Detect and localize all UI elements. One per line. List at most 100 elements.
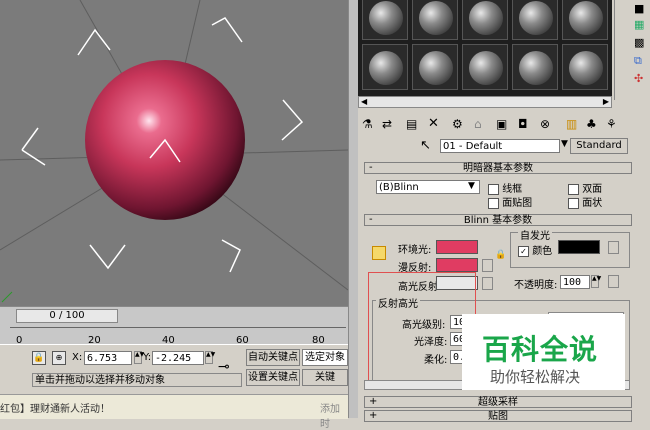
face-map-check-icon[interactable] xyxy=(488,197,499,209)
shader-type-dropdown[interactable]: (B)Blinn xyxy=(376,180,480,194)
go-forward-sibling-icon[interactable]: ♣ xyxy=(586,117,597,131)
rollout-title: 明暗器基本参数 xyxy=(463,163,533,174)
self-illum-color-swatch[interactable] xyxy=(558,240,600,254)
material-slot[interactable] xyxy=(512,44,558,90)
collapse-icon: - xyxy=(369,162,373,173)
material-type-button[interactable]: Standard xyxy=(570,138,628,154)
face-map-checkbox[interactable]: 面贴图 xyxy=(488,194,532,209)
wire-checkbox[interactable]: 线框 xyxy=(488,180,522,195)
browser-taskbar: 红包】理财通新人活动！ 添加时 xyxy=(0,394,348,430)
material-slot[interactable] xyxy=(362,0,408,40)
ambient-color-swatch[interactable] xyxy=(436,240,478,254)
uv-tiling-icon[interactable]: ⧉ xyxy=(634,54,642,68)
face-map-label: 面贴图 xyxy=(502,198,533,209)
self-illum-map-button[interactable] xyxy=(608,241,619,254)
ambient-label: 环境光: xyxy=(398,245,432,256)
diffuse-map-button[interactable] xyxy=(482,259,493,272)
taskbar-tab-ad[interactable]: 红包】理财通新人活动！ xyxy=(0,400,110,415)
watermark-title: 百科全说 xyxy=(482,333,599,366)
y-coord-field[interactable]: -2.245 xyxy=(152,351,204,365)
material-slot[interactable] xyxy=(462,0,508,40)
faceted-label: 面状 xyxy=(582,198,603,209)
lock-ambient-diffuse-icon[interactable] xyxy=(372,246,386,260)
slots-hscroll[interactable]: ◀ ▶ xyxy=(358,96,612,108)
timeline[interactable]: 0 / 100 0 20 40 60 80 xyxy=(0,306,348,346)
maps-rollout-header[interactable]: + 贴图 xyxy=(364,410,632,422)
two-sided-checkbox[interactable]: 双面 xyxy=(568,180,602,195)
name-dropdown-icon[interactable]: ▼ xyxy=(561,139,568,149)
show-end-result-icon[interactable]: ⊗ xyxy=(540,117,550,131)
wire-check-icon[interactable] xyxy=(488,183,499,195)
self-illum-color-checkbox[interactable]: ✓ 颜色 xyxy=(518,242,552,257)
material-slot[interactable] xyxy=(512,0,558,40)
material-toolbar: ⚗ ⇄ ▤ ✕ ⚙ ⌂ ▣ ◘ ⊗ ▥ ♣ ⚘ xyxy=(358,114,630,136)
x-spinner[interactable]: ▲▼ xyxy=(134,351,144,364)
material-name-field[interactable]: 01 - Default xyxy=(440,139,560,153)
y-coord-label: Y: xyxy=(143,352,152,363)
time-slider[interactable]: 0 / 100 xyxy=(16,309,118,323)
timeline-track xyxy=(10,327,346,328)
two-sided-check-icon[interactable] xyxy=(568,183,579,195)
show-map-icon[interactable]: ◘ xyxy=(518,117,528,131)
x-coord-field[interactable]: 6.753 xyxy=(84,351,132,365)
put-to-library-icon[interactable]: ⌂ xyxy=(474,117,482,131)
collapse-icon: - xyxy=(369,214,373,225)
material-slot[interactable] xyxy=(562,44,608,90)
pick-material-icon[interactable]: ↖ xyxy=(420,138,431,153)
key-filters-button[interactable]: 关键 xyxy=(302,369,348,386)
absolute-mode-icon[interactable]: ⊕ xyxy=(52,351,66,365)
background-icon[interactable]: ▩ xyxy=(634,36,644,49)
specular-map-button[interactable] xyxy=(482,277,493,290)
blinn-params-rollout-header[interactable]: - Blinn 基本参数 xyxy=(364,214,632,226)
go-to-parent-icon[interactable]: ▥ xyxy=(566,117,577,131)
taskbar-tab-add[interactable]: 添加时 xyxy=(320,400,348,430)
backlight-icon[interactable]: ▦ xyxy=(634,18,644,31)
watermark-subtitle: 助你轻松解决 xyxy=(490,368,581,386)
self-illum-group-label: 自发光 xyxy=(518,227,552,242)
material-navigator-icon[interactable]: ⚘ xyxy=(606,117,617,131)
material-slot[interactable] xyxy=(462,44,508,90)
faceted-checkbox[interactable]: 面状 xyxy=(568,194,602,209)
self-illum-check-icon[interactable]: ✓ xyxy=(518,245,529,257)
axis-tripod xyxy=(1,291,13,303)
delete-icon[interactable]: ✕ xyxy=(428,116,439,131)
assign-to-selection-icon[interactable]: ▤ xyxy=(406,117,417,131)
opacity-spinner[interactable]: ▲▼ xyxy=(591,275,601,288)
y-spinner[interactable]: ▲▼ xyxy=(205,351,215,364)
material-slot[interactable] xyxy=(412,0,458,40)
opacity-field[interactable]: 100 xyxy=(560,275,590,289)
sample-type-icon[interactable]: ■ xyxy=(634,2,644,15)
viewport-perspective[interactable] xyxy=(0,0,348,306)
lock-diffuse-specular-icon[interactable]: 🔒 xyxy=(495,250,506,260)
shader-dropdown-icon[interactable]: ▼ xyxy=(468,181,475,191)
auto-key-button[interactable]: 自动关键点 xyxy=(246,349,300,366)
material-slot[interactable] xyxy=(562,0,608,40)
scroll-right-icon[interactable]: ▶ xyxy=(603,97,609,106)
put-to-scene-icon[interactable]: ⇄ xyxy=(382,117,392,131)
lock-selection-icon[interactable]: 🔒 xyxy=(32,351,46,365)
annotation-highlight-box xyxy=(368,272,476,388)
make-unique-icon[interactable]: ⚙ xyxy=(452,117,463,131)
sample-slots-panel xyxy=(358,0,612,96)
scroll-left-icon[interactable]: ◀ xyxy=(361,97,367,106)
status-bar: 🔒 ⊕ X: 6.753 ▲▼ Y: -2.245 ▲▼ ⊸ 自动关键点 选定对… xyxy=(0,344,348,395)
slots-vscroll[interactable] xyxy=(614,0,629,100)
get-material-icon[interactable]: ⚗ xyxy=(362,117,373,131)
opacity-map-button[interactable] xyxy=(608,275,619,288)
x-coord-label: X: xyxy=(72,352,83,363)
material-side-toolbar: ■ ▦ ▩ ⧉ ✣ xyxy=(630,0,650,100)
set-key-button[interactable]: 设置关键点 xyxy=(246,369,300,386)
faceted-check-icon[interactable] xyxy=(568,197,579,209)
supersampling-rollout-header[interactable]: + 超级采样 xyxy=(364,396,632,408)
expand-icon: + xyxy=(369,410,378,421)
material-slot[interactable] xyxy=(362,44,408,90)
self-illum-color-label: 颜色 xyxy=(532,246,553,257)
expand-icon: + xyxy=(369,396,378,407)
material-id-icon[interactable]: ▣ xyxy=(496,117,507,131)
viewport-canvas xyxy=(0,0,348,303)
material-slot[interactable] xyxy=(412,44,458,90)
video-color-check-icon[interactable]: ✣ xyxy=(634,72,643,85)
shader-params-rollout-header[interactable]: - 明暗器基本参数 xyxy=(364,162,632,174)
diffuse-color-swatch[interactable] xyxy=(436,258,478,272)
selected-object-dropdown[interactable]: 选定对象 xyxy=(302,349,348,366)
